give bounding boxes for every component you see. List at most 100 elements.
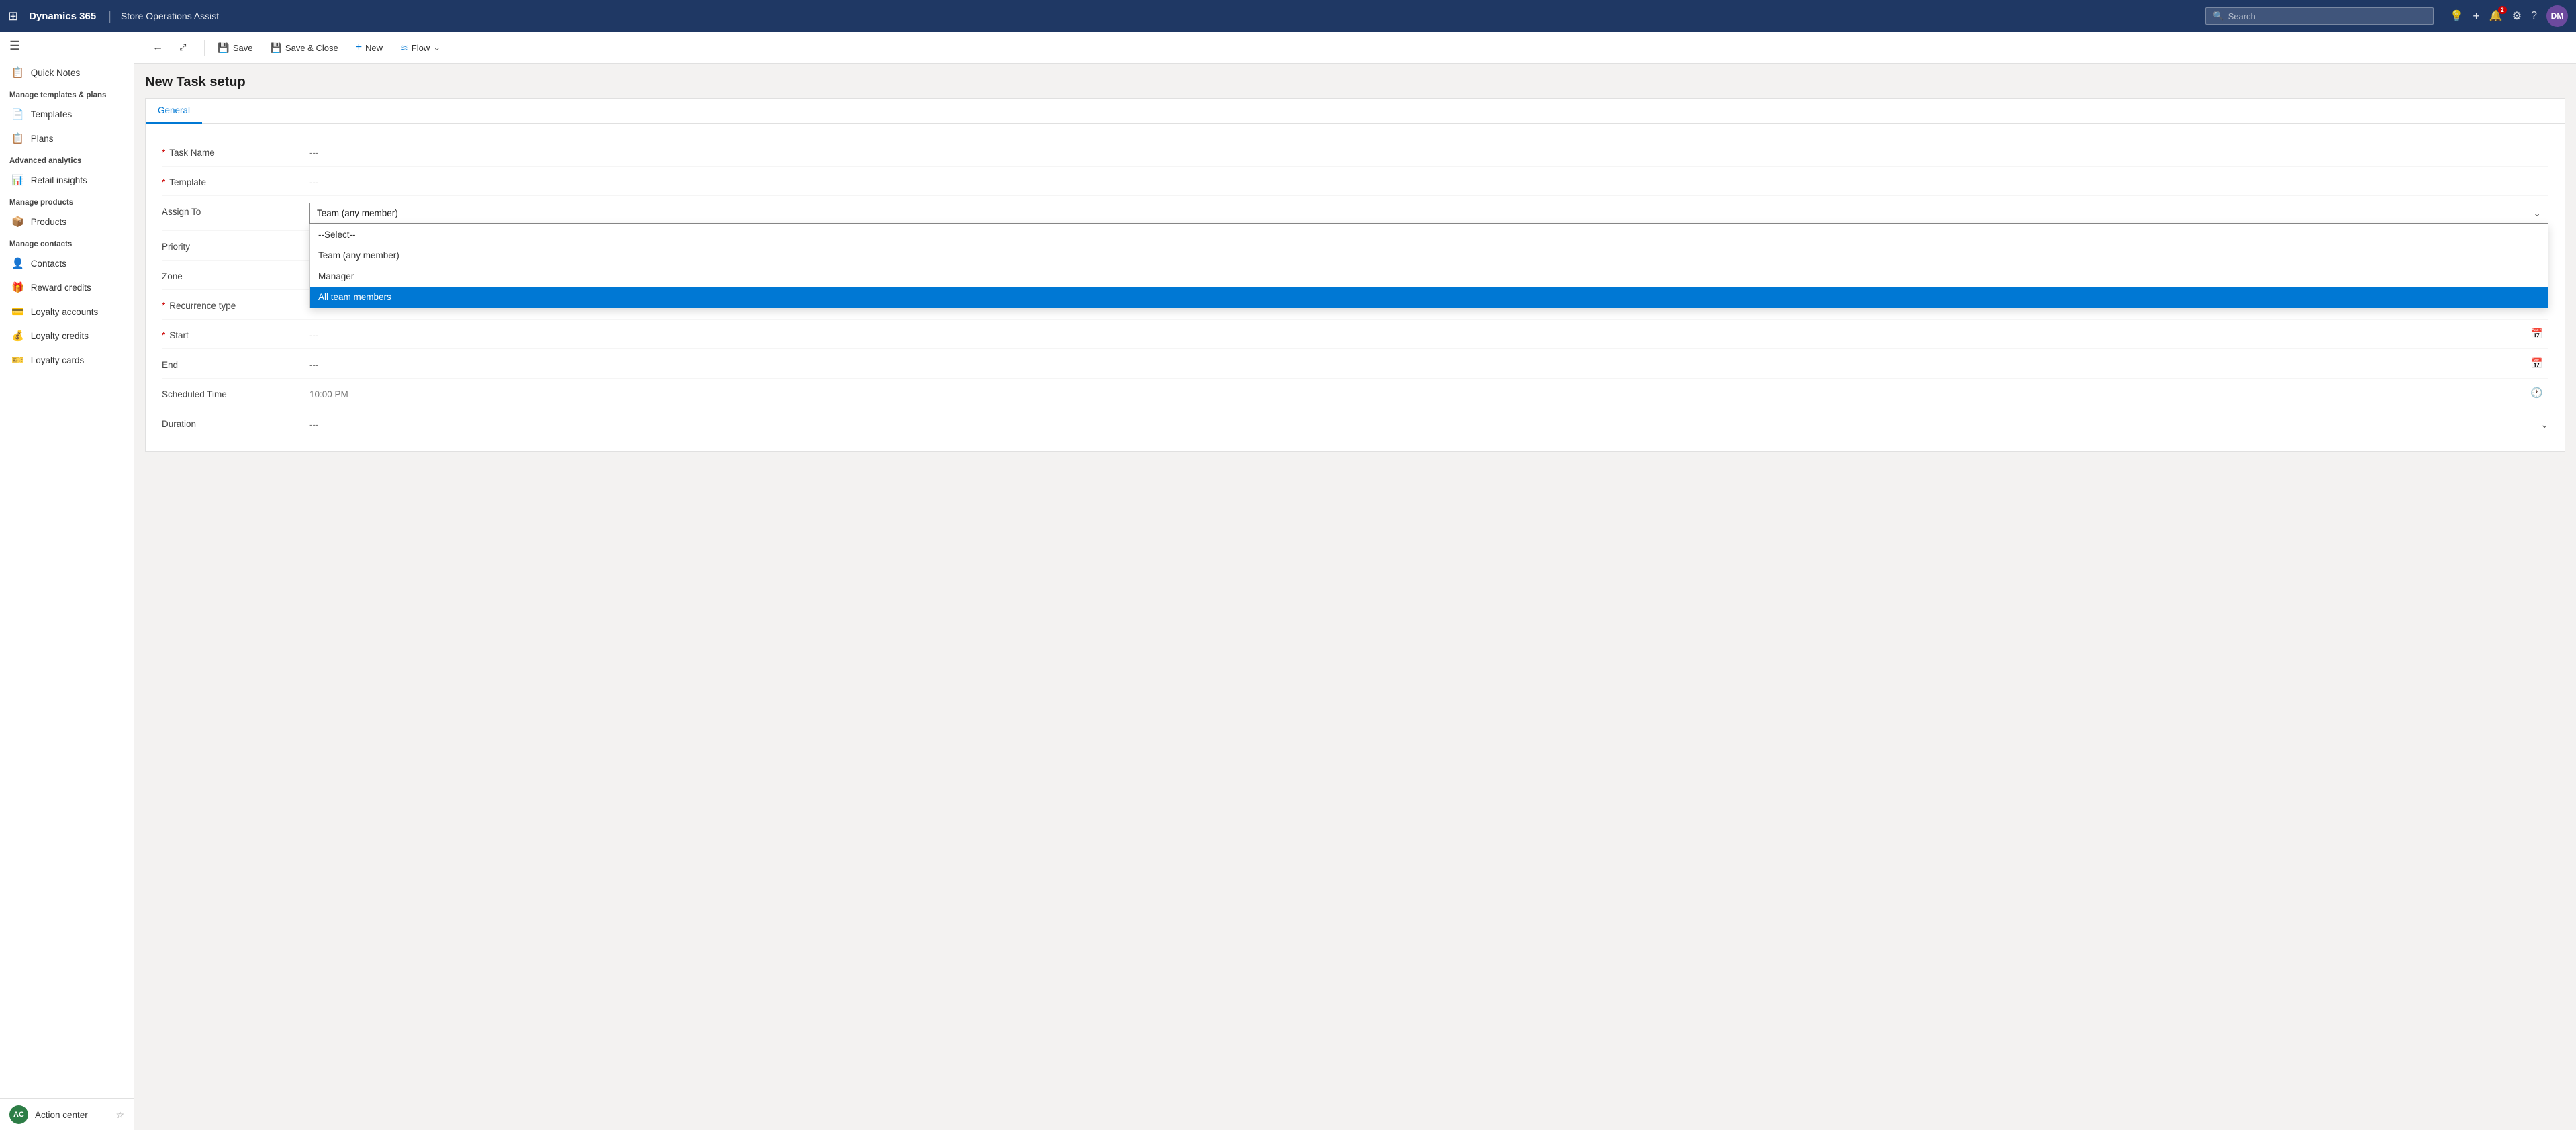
- notifications-icon[interactable]: 🔔 2: [2489, 9, 2503, 23]
- hamburger-icon[interactable]: ☰: [0, 32, 134, 60]
- save-close-button[interactable]: 💾 Save & Close: [263, 38, 345, 58]
- sidebar-item-contacts[interactable]: 👤 Contacts: [0, 251, 134, 275]
- sidebar-item-label: Contacts: [31, 258, 66, 269]
- end-value[interactable]: ---: [309, 356, 2548, 370]
- task-name-value: ---: [309, 144, 2548, 158]
- sidebar-item-label: Loyalty accounts: [31, 307, 99, 317]
- required-marker: *: [162, 177, 165, 187]
- user-avatar[interactable]: DM: [2546, 5, 2568, 27]
- page-content: New Task setup General *Task Name ---: [134, 64, 2576, 1130]
- form-row-assign-to: Assign To Team (any member) ⌄ --Select--…: [162, 196, 2548, 231]
- reward-credits-icon: 🎁: [11, 281, 24, 293]
- flow-label: Flow: [412, 43, 430, 53]
- sidebar-item-label: Retail insights: [31, 175, 87, 185]
- sidebar-item-templates[interactable]: 📄 Templates: [0, 102, 134, 126]
- assign-to-chevron-icon: ⌄: [2533, 207, 2541, 219]
- dropdown-option-team-any[interactable]: Team (any member): [310, 245, 2548, 266]
- dropdown-option-manager[interactable]: Manager: [310, 266, 2548, 287]
- save-button[interactable]: 💾 Save: [210, 38, 260, 58]
- form-body: *Task Name --- *Template --- Assign To: [146, 124, 2565, 451]
- bulb-icon[interactable]: 💡: [2450, 9, 2463, 23]
- scheduled-time-clock-icon[interactable]: 🕐: [2530, 387, 2543, 399]
- save-icon: 💾: [218, 42, 229, 54]
- search-bar[interactable]: 🔍: [2205, 7, 2434, 25]
- add-icon[interactable]: +: [2473, 9, 2480, 23]
- sidebar-bottom: AC Action center ☆: [0, 1098, 134, 1130]
- flow-button[interactable]: ≋ Flow ⌄: [393, 38, 448, 58]
- sidebar-item-reward-credits[interactable]: 🎁 Reward credits: [0, 275, 134, 299]
- sidebar-item-action-center[interactable]: AC Action center ☆: [0, 1099, 134, 1130]
- form-row-start: *Start --- 📅: [162, 320, 2548, 349]
- main-layout: ☰ 📋 Quick Notes Manage templates & plans…: [0, 32, 2576, 1130]
- required-marker: *: [162, 148, 165, 158]
- sidebar-item-loyalty-cards[interactable]: 🎫 Loyalty cards: [0, 348, 134, 372]
- template-label: *Template: [162, 173, 309, 187]
- help-icon[interactable]: ?: [2531, 10, 2537, 22]
- page-title: New Task setup: [145, 75, 2565, 90]
- assign-to-trigger[interactable]: Team (any member) ⌄: [309, 203, 2548, 224]
- sidebar-item-loyalty-credits[interactable]: 💰 Loyalty credits: [0, 324, 134, 348]
- duration-label: Duration: [162, 415, 309, 429]
- popout-button[interactable]: ⤢: [172, 38, 193, 58]
- sidebar-item-loyalty-accounts[interactable]: 💳 Loyalty accounts: [0, 299, 134, 324]
- plans-icon: 📋: [11, 132, 24, 144]
- duration-value[interactable]: --- ⌄: [309, 415, 2548, 430]
- sidebar-item-quick-notes[interactable]: 📋 Quick Notes: [0, 60, 134, 85]
- required-marker: *: [162, 330, 165, 340]
- start-calendar-icon[interactable]: 📅: [2530, 328, 2543, 340]
- grid-icon[interactable]: ⊞: [8, 9, 18, 23]
- required-marker: *: [162, 301, 165, 311]
- sidebar-item-label: Products: [31, 217, 66, 227]
- settings-icon[interactable]: ⚙: [2512, 9, 2522, 23]
- scheduled-time-value[interactable]: 10:00 PM: [309, 385, 2548, 399]
- toolbar: ← ⤢ 💾 Save 💾 Save & Close + New ≋: [134, 32, 2576, 64]
- new-icon: +: [356, 42, 362, 54]
- search-input[interactable]: [2228, 11, 2427, 21]
- nav-divider: |: [108, 9, 111, 23]
- dropdown-option-select[interactable]: --Select--: [310, 224, 2548, 245]
- content-area: ← ⤢ 💾 Save 💾 Save & Close + New ≋: [134, 32, 2576, 1130]
- duration-chevron-icon: ⌄: [2540, 419, 2548, 430]
- tab-general[interactable]: General: [146, 99, 202, 124]
- back-icon: ←: [152, 42, 163, 54]
- zone-label: Zone: [162, 267, 309, 281]
- assign-to-dropdown[interactable]: Team (any member) ⌄ --Select-- Team (any…: [309, 203, 2548, 224]
- scheduled-time-label: Scheduled Time: [162, 385, 309, 399]
- assign-to-label: Assign To: [162, 203, 309, 217]
- sidebar-item-retail-insights[interactable]: 📊 Retail insights: [0, 168, 134, 192]
- top-navigation: ⊞ Dynamics 365 | Store Operations Assist…: [0, 0, 2576, 32]
- flow-icon: ≋: [400, 42, 408, 54]
- sidebar-item-label: Plans: [31, 134, 54, 144]
- quick-notes-icon: 📋: [11, 66, 24, 79]
- action-center-label: Action center: [35, 1110, 88, 1120]
- start-value[interactable]: ---: [309, 326, 2548, 340]
- sidebar-item-products[interactable]: 📦 Products: [0, 209, 134, 234]
- sidebar-section-templates-plans: Manage templates & plans: [0, 85, 134, 102]
- sidebar-item-label: Loyalty credits: [31, 331, 89, 341]
- new-button[interactable]: + New: [348, 38, 390, 58]
- sidebar-section-manage-contacts: Manage contacts: [0, 234, 134, 251]
- priority-label: Priority: [162, 238, 309, 252]
- sidebar-item-label: Quick Notes: [31, 68, 81, 78]
- assign-to-dropdown-list: --Select-- Team (any member) Manager All…: [309, 224, 2548, 308]
- action-center-star-icon[interactable]: ☆: [115, 1109, 124, 1121]
- task-name-label: *Task Name: [162, 144, 309, 158]
- save-close-icon: 💾: [270, 42, 281, 54]
- end-calendar-icon[interactable]: 📅: [2530, 357, 2543, 369]
- products-icon: 📦: [11, 216, 24, 228]
- sidebar: ☰ 📋 Quick Notes Manage templates & plans…: [0, 32, 134, 1130]
- sidebar-item-plans[interactable]: 📋 Plans: [0, 126, 134, 150]
- template-value: ---: [309, 173, 2548, 187]
- templates-icon: 📄: [11, 108, 24, 120]
- form-row-template: *Template ---: [162, 167, 2548, 196]
- retail-insights-icon: 📊: [11, 174, 24, 186]
- loyalty-credits-icon: 💰: [11, 330, 24, 342]
- back-button[interactable]: ←: [145, 38, 171, 58]
- form-row-end: End --- 📅: [162, 349, 2548, 379]
- new-label: New: [365, 43, 383, 53]
- search-icon: 🔍: [2213, 11, 2224, 21]
- form-card: General *Task Name --- *Template: [145, 98, 2565, 452]
- sidebar-item-label: Reward credits: [31, 283, 91, 293]
- dropdown-option-all-team[interactable]: All team members: [310, 287, 2548, 308]
- sidebar-section-manage-products: Manage products: [0, 192, 134, 209]
